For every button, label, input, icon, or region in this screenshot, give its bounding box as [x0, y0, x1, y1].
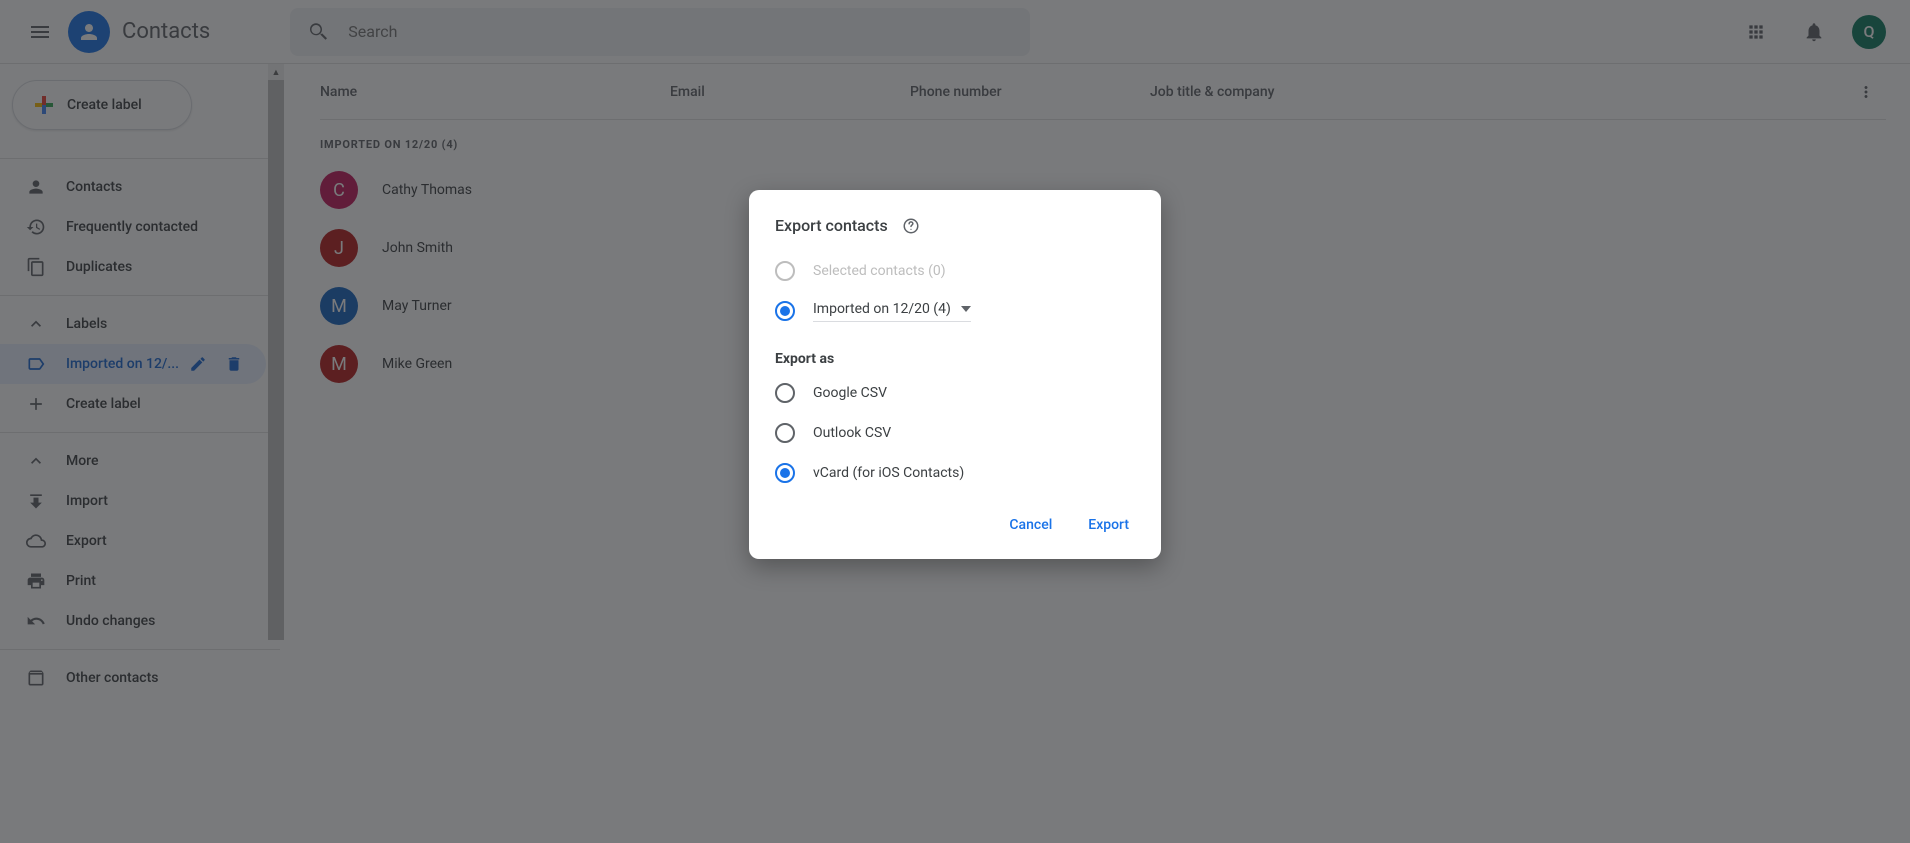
export-button[interactable]: Export	[1088, 517, 1129, 533]
radio-button[interactable]	[775, 463, 795, 483]
export-as-title: Export as	[775, 351, 1135, 367]
dialog-title: Export contacts	[775, 216, 888, 235]
radio-button[interactable]	[775, 423, 795, 443]
help-icon[interactable]	[902, 217, 920, 235]
radio-button[interactable]	[775, 301, 795, 321]
radio-outlook-csv[interactable]: Outlook CSV	[775, 419, 1135, 447]
radio-selected-contacts: Selected contacts (0)	[775, 257, 1135, 285]
modal-scrim[interactable]: Export contacts Selected contacts (0) Im…	[0, 0, 1910, 843]
radio-button[interactable]	[775, 383, 795, 403]
radio-vcard[interactable]: vCard (for iOS Contacts)	[775, 459, 1135, 487]
radio-button	[775, 261, 795, 281]
radio-google-csv[interactable]: Google CSV	[775, 379, 1135, 407]
dropdown-arrow-icon[interactable]	[961, 306, 971, 312]
export-dialog: Export contacts Selected contacts (0) Im…	[749, 190, 1161, 559]
cancel-button[interactable]: Cancel	[1009, 517, 1052, 533]
radio-imported-label[interactable]: Imported on 12/20 (4)	[775, 297, 1135, 325]
